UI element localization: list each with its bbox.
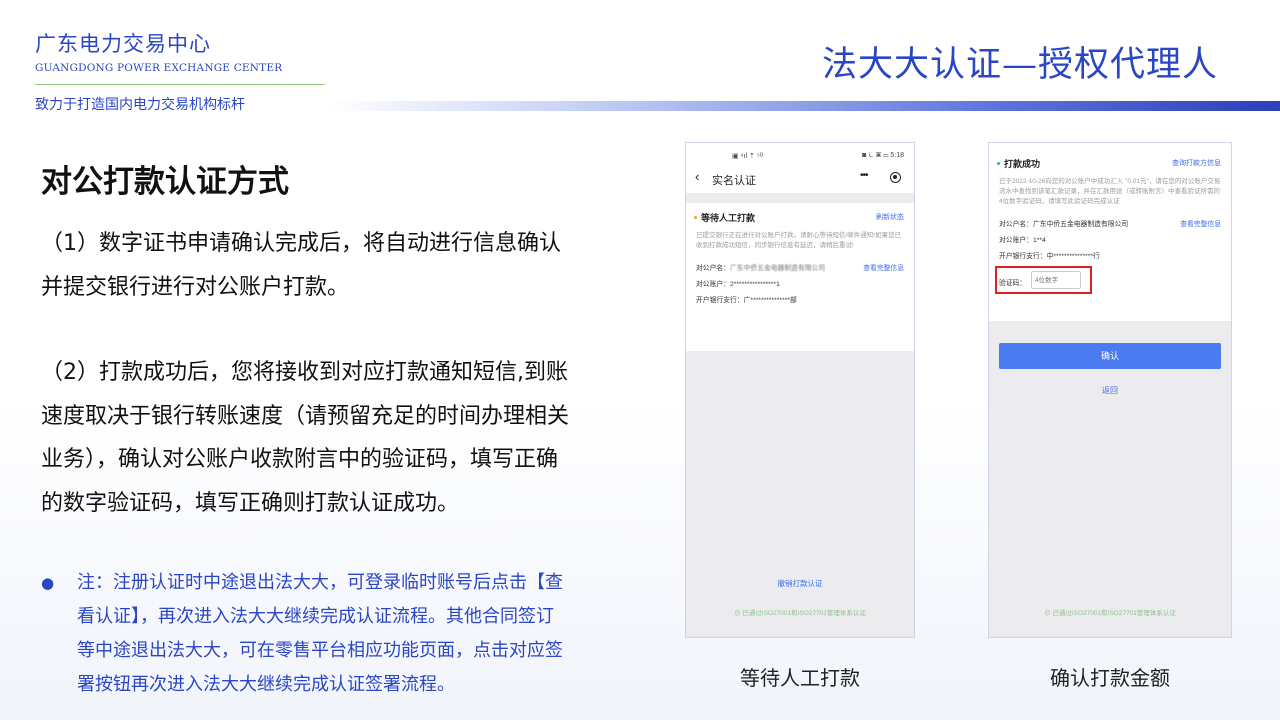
page-title: 法大大认证—授权代理人 xyxy=(821,45,1218,85)
view-full-info-link[interactable]: 查看完整信息 xyxy=(863,261,904,277)
step-1-text: （1）数字证书申请确认完成后，将自动进行信息确认并提交银行进行对公账户打款。 xyxy=(41,231,561,300)
phone-screenshot-pending: ▣ ⁴ıl ⇡ ⁵ᴳ ◙ ⏾ ▣ ▭ 5:18 ‹ 实名认证 ••• 等待人工打… xyxy=(685,142,915,638)
success-card: 打款成功 查询打款方信息 已于2022-10-26向您的对公账户中成功汇入 "0… xyxy=(989,143,1231,321)
iso-cert-footer: ⊘ 已通过ISO27001和ISO27701管理体系认证 xyxy=(734,610,866,617)
slide: 广东电力交易中心 GUANGDONG POWER EXCHANGE CENTER… xyxy=(0,0,1280,720)
refresh-status-link[interactable]: 刷新状态 xyxy=(876,212,904,222)
query-payer-link[interactable]: 查询打款方信息 xyxy=(1172,158,1221,168)
status-dot-icon xyxy=(694,216,697,219)
account-name-label: 对公户名： xyxy=(696,265,730,272)
pending-card: 等待人工打款 刷新状态 已提交银行正在进行对公账户打款。请耐心等待短信/邮件通知… xyxy=(686,203,914,351)
note-text: 注：注册认证时中途退出法大大，可登录临时账号后点击【查看认证】，再次进入法大大继… xyxy=(77,572,563,695)
verify-code-label: 验证码： xyxy=(999,280,1027,287)
nav-title: 实名认证 xyxy=(712,175,756,187)
iso-cert-footer: ⊘ 已通过ISO27001和ISO27701管理体系认证 xyxy=(1044,610,1176,617)
verify-code-row: 验证码： xyxy=(995,266,1221,294)
account-number-row: 对公账户：2****************1 xyxy=(696,281,780,288)
account-name-row: 对公户名：广东中侨五金电器制造有限公司 查看完整信息 xyxy=(696,261,904,277)
close-target-icon[interactable] xyxy=(890,172,901,183)
status-dot-icon xyxy=(997,162,1000,165)
bullet-icon: ● xyxy=(41,574,55,592)
phone-screenshot-confirm: 打款成功 查询打款方信息 已于2022-10-26向您的对公账户中成功汇入 "0… xyxy=(988,142,1232,638)
card-description: 已提交银行正在进行对公账户打款。请耐心等待短信/邮件通知!如果您已收到打款成功短… xyxy=(696,232,902,249)
account-name: 对公户名：广东中侨五金电器制造有限公司 xyxy=(999,221,1129,228)
card-title: 打款成功 xyxy=(1004,159,1041,169)
nav-bar: ‹ 实名认证 ••• xyxy=(686,163,914,193)
miniprogram-capsule: ••• xyxy=(852,169,906,187)
return-link[interactable]: 返回 xyxy=(989,385,1231,396)
status-time: ◙ ⏾ ▣ ▭ 5:18 xyxy=(862,152,904,159)
card-title-row: 打款成功 查询打款方信息 xyxy=(997,157,1221,171)
account-name-value: 广东中侨五金电器制造有限公司 xyxy=(729,265,826,272)
bank-branch-row: 开户银行支行：广***************部 xyxy=(696,297,797,304)
step-2-text: （2）打款成功后，您将接收到对应打款通知短信,到账速度取决于银行转账速度（请预留… xyxy=(41,360,570,516)
card-title-row: 等待人工打款 刷新状态 xyxy=(694,211,904,225)
note: ● 注：注册认证时中途退出法大大，可登录临时账号后点击【查看认证】，再次进入法大… xyxy=(41,566,571,702)
section-heading: 对公打款认证方式 xyxy=(41,164,289,200)
status-bar: ▣ ⁴ıl ⇡ ⁵ᴳ ◙ ⏾ ▣ ▭ 5:18 xyxy=(686,143,914,163)
verify-code-input[interactable] xyxy=(1031,271,1081,289)
confirm-button[interactable]: 确认 xyxy=(999,343,1221,369)
phone-caption-pending: 等待人工打款 xyxy=(740,666,860,690)
org-name: 广东电力交易中心 xyxy=(35,32,211,56)
phone-caption-confirm: 确认打款金额 xyxy=(1050,666,1170,690)
slogan: 致力于打造国内电力交易机构标杆 xyxy=(35,97,245,113)
account-name-row: 对公户名：广东中侨五金电器制造有限公司 查看完整信息 xyxy=(999,217,1221,233)
header-gradient-bar xyxy=(330,101,1280,111)
bank-branch-row: 开户银行支行：中***************行 xyxy=(999,253,1100,260)
view-full-info-link[interactable]: 查看完整信息 xyxy=(1180,217,1221,233)
card-title: 等待人工打款 xyxy=(701,213,756,223)
org-name-en: GUANGDONG POWER EXCHANGE CENTER xyxy=(35,62,283,74)
more-icon[interactable]: ••• xyxy=(860,170,868,181)
cancel-transfer-link[interactable]: 撤销打款认证 xyxy=(686,578,914,589)
back-arrow-icon[interactable]: ‹ xyxy=(695,169,699,184)
header-divider xyxy=(35,84,325,85)
status-signal-icons: ▣ ⁴ıl ⇡ ⁵ᴳ xyxy=(732,153,764,160)
card-description: 已于2022-10-26向您的对公账户中成功汇入 "0.01元"，请在您的对公账… xyxy=(999,178,1221,205)
account-number-row: 对公账户：1**4 xyxy=(999,237,1046,244)
